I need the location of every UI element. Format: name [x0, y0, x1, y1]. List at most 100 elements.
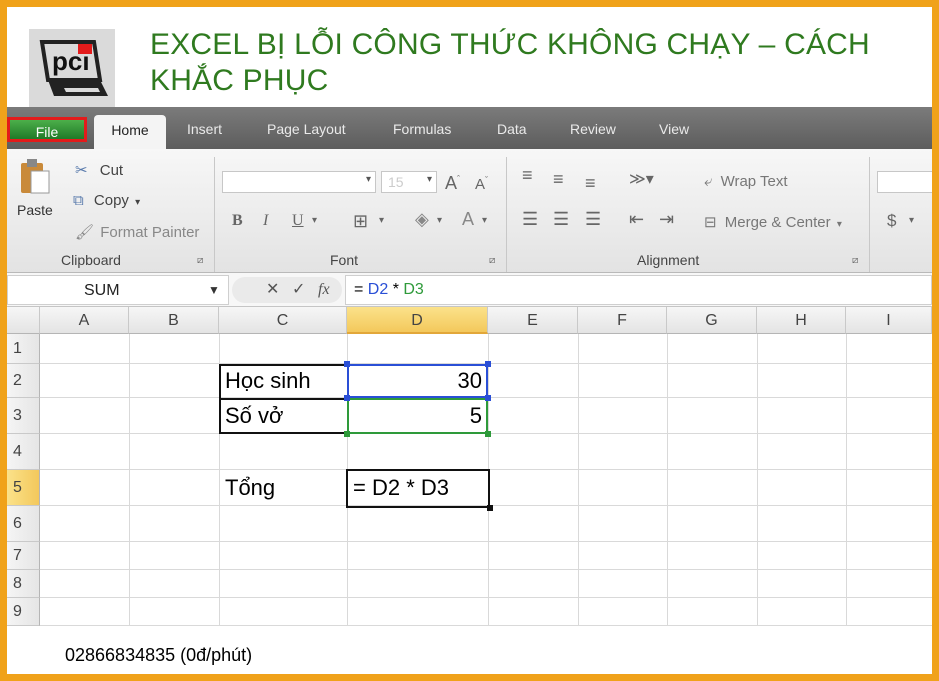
grow-font-icon[interactable]: Aˆ — [445, 173, 460, 194]
row-header-8[interactable]: 8 — [7, 570, 40, 598]
fill-color-icon[interactable]: ◈ — [415, 209, 429, 230]
paste-button[interactable]: Paste — [17, 157, 61, 233]
alignment-group-label: Alignment — [637, 252, 700, 268]
column-header-c[interactable]: C — [219, 307, 347, 334]
row-header-2[interactable]: 2 — [7, 364, 40, 398]
function-icon[interactable]: fx — [318, 277, 330, 303]
chevron-down-icon: ▾ — [365, 174, 371, 185]
row-header-1[interactable]: 1 — [7, 334, 40, 364]
formula-buttons: ✕ ✓ fx — [232, 277, 342, 303]
wrap-text-label: Wrap Text — [720, 173, 788, 190]
bold-icon[interactable]: B — [232, 212, 243, 230]
row-header-5[interactable]: 5 — [7, 470, 40, 506]
align-center-icon[interactable]: ☰ — [553, 209, 569, 230]
tab-file[interactable]: File — [7, 117, 87, 142]
font-size-value: 15 — [388, 174, 404, 190]
align-top-icon[interactable]: ≡ — [522, 165, 533, 186]
resize-handle[interactable] — [485, 395, 491, 401]
column-header-f[interactable]: F — [578, 307, 667, 334]
ribbon: Paste ✂ Cut ⧉ Copy ▾ 🖌 Format Painter Cl… — [7, 149, 932, 273]
tab-home[interactable]: Home — [94, 115, 166, 149]
dialog-launcher-icon[interactable]: ⧄ — [197, 255, 203, 266]
dialog-launcher-icon[interactable]: ⧄ — [852, 255, 858, 266]
format-painter-label: Format Painter — [100, 224, 200, 241]
grid-line — [40, 541, 932, 542]
paste-label: Paste — [17, 202, 53, 218]
orientation-icon[interactable]: ≫▾ — [629, 169, 654, 189]
spreadsheet-grid: A B C D E F G H I 1 2 3 4 5 6 7 8 9 Học sinh 30 Số vở 5 Tổng = … — [7, 307, 932, 627]
font-size-combo[interactable]: 15 ▾ — [381, 171, 437, 193]
wrap-text-button[interactable]: ⤶ Wrap Text — [704, 173, 788, 190]
row-header-3[interactable]: 3 — [7, 398, 40, 434]
font-color-icon[interactable]: A — [462, 209, 474, 230]
font-name-combo[interactable]: ▾ — [222, 171, 376, 193]
cell-d5[interactable]: = D2 * D3 — [347, 470, 488, 506]
name-box[interactable]: SUM ▼ — [7, 275, 229, 305]
align-right-icon[interactable]: ☰ — [585, 209, 601, 230]
grid-line — [846, 334, 847, 626]
borders-icon[interactable]: ⊞ — [353, 211, 368, 232]
decrease-indent-icon[interactable]: ⇤ — [629, 209, 644, 230]
column-header-b[interactable]: B — [129, 307, 219, 334]
grid-line — [40, 597, 932, 598]
chevron-down-icon: ▾ — [909, 215, 915, 226]
chevron-down-icon: ▾ — [482, 215, 488, 226]
fill-handle[interactable] — [487, 505, 493, 511]
column-header-h[interactable]: H — [757, 307, 846, 334]
italic-icon[interactable]: I — [263, 212, 268, 230]
dialog-launcher-icon[interactable]: ⧄ — [489, 255, 495, 266]
align-left-icon[interactable]: ☰ — [522, 209, 538, 230]
chevron-down-icon: ▾ — [379, 215, 385, 226]
tab-page-layout[interactable]: Page Layout — [267, 121, 346, 137]
column-header-g[interactable]: G — [667, 307, 757, 334]
cut-button[interactable]: ✂ Cut — [75, 161, 123, 179]
enter-icon[interactable]: ✓ — [292, 277, 305, 303]
cell-c3[interactable]: Số vở — [219, 398, 347, 434]
merge-icon: ⊟ — [704, 214, 717, 231]
column-header-a[interactable]: A — [40, 307, 129, 334]
grid-line — [667, 334, 668, 626]
cell-c5[interactable]: Tổng — [219, 470, 347, 506]
underline-icon[interactable]: U — [292, 212, 304, 230]
row-header-6[interactable]: 6 — [7, 506, 40, 542]
formula-input[interactable]: = D2 * D3 — [345, 275, 932, 305]
reference-highlight-d2 — [347, 364, 488, 398]
currency-button[interactable]: $ — [887, 211, 896, 231]
cell-c2[interactable]: Học sinh — [219, 364, 347, 398]
grid-line — [40, 569, 932, 570]
align-middle-icon[interactable]: ≡ — [553, 169, 564, 190]
copy-icon: ⧉ — [73, 192, 84, 209]
formula-text: = D2 * D3 — [354, 281, 424, 298]
row-header-7[interactable]: 7 — [7, 542, 40, 570]
tab-review[interactable]: Review — [570, 121, 616, 137]
resize-handle[interactable] — [344, 395, 350, 401]
select-all-corner[interactable] — [7, 307, 40, 334]
page-title: EXCEL BỊ LỖI CÔNG THỨC KHÔNG CHẠY – CÁCH… — [150, 28, 870, 97]
tab-formulas[interactable]: Formulas — [393, 121, 451, 137]
column-header-i[interactable]: I — [846, 307, 932, 334]
reference-highlight-d3 — [347, 398, 488, 434]
ribbon-tab-bar: File Home Insert Page Layout Formulas Da… — [7, 107, 932, 149]
column-header-e[interactable]: E — [488, 307, 578, 334]
page-frame: pci EXCEL BỊ LỖI CÔNG THỨC KHÔNG CHẠY – … — [7, 7, 932, 674]
format-painter-button[interactable]: 🖌 Format Painter — [75, 223, 199, 241]
column-header-d[interactable]: D — [347, 307, 488, 334]
copy-button[interactable]: ⧉ Copy ▾ — [73, 192, 140, 209]
row-header-4[interactable]: 4 — [7, 434, 40, 470]
resize-handle[interactable] — [485, 361, 491, 367]
cut-label: Cut — [99, 162, 124, 179]
increase-indent-icon[interactable]: ⇥ — [659, 209, 674, 230]
merge-center-button[interactable]: ⊟ Merge & Center ▾ — [704, 213, 842, 231]
resize-handle[interactable] — [344, 361, 350, 367]
cancel-icon[interactable]: ✕ — [266, 277, 279, 303]
shrink-font-icon[interactable]: Aˇ — [475, 175, 488, 193]
tab-data[interactable]: Data — [497, 121, 527, 137]
align-bottom-icon[interactable]: ≡ — [585, 173, 596, 194]
row-header-9[interactable]: 9 — [7, 598, 40, 626]
resize-handle[interactable] — [344, 431, 350, 437]
tab-view[interactable]: View — [659, 121, 689, 137]
number-format-combo[interactable] — [877, 171, 932, 193]
resize-handle[interactable] — [485, 431, 491, 437]
tab-insert[interactable]: Insert — [187, 121, 222, 137]
clipboard-icon — [21, 159, 50, 194]
